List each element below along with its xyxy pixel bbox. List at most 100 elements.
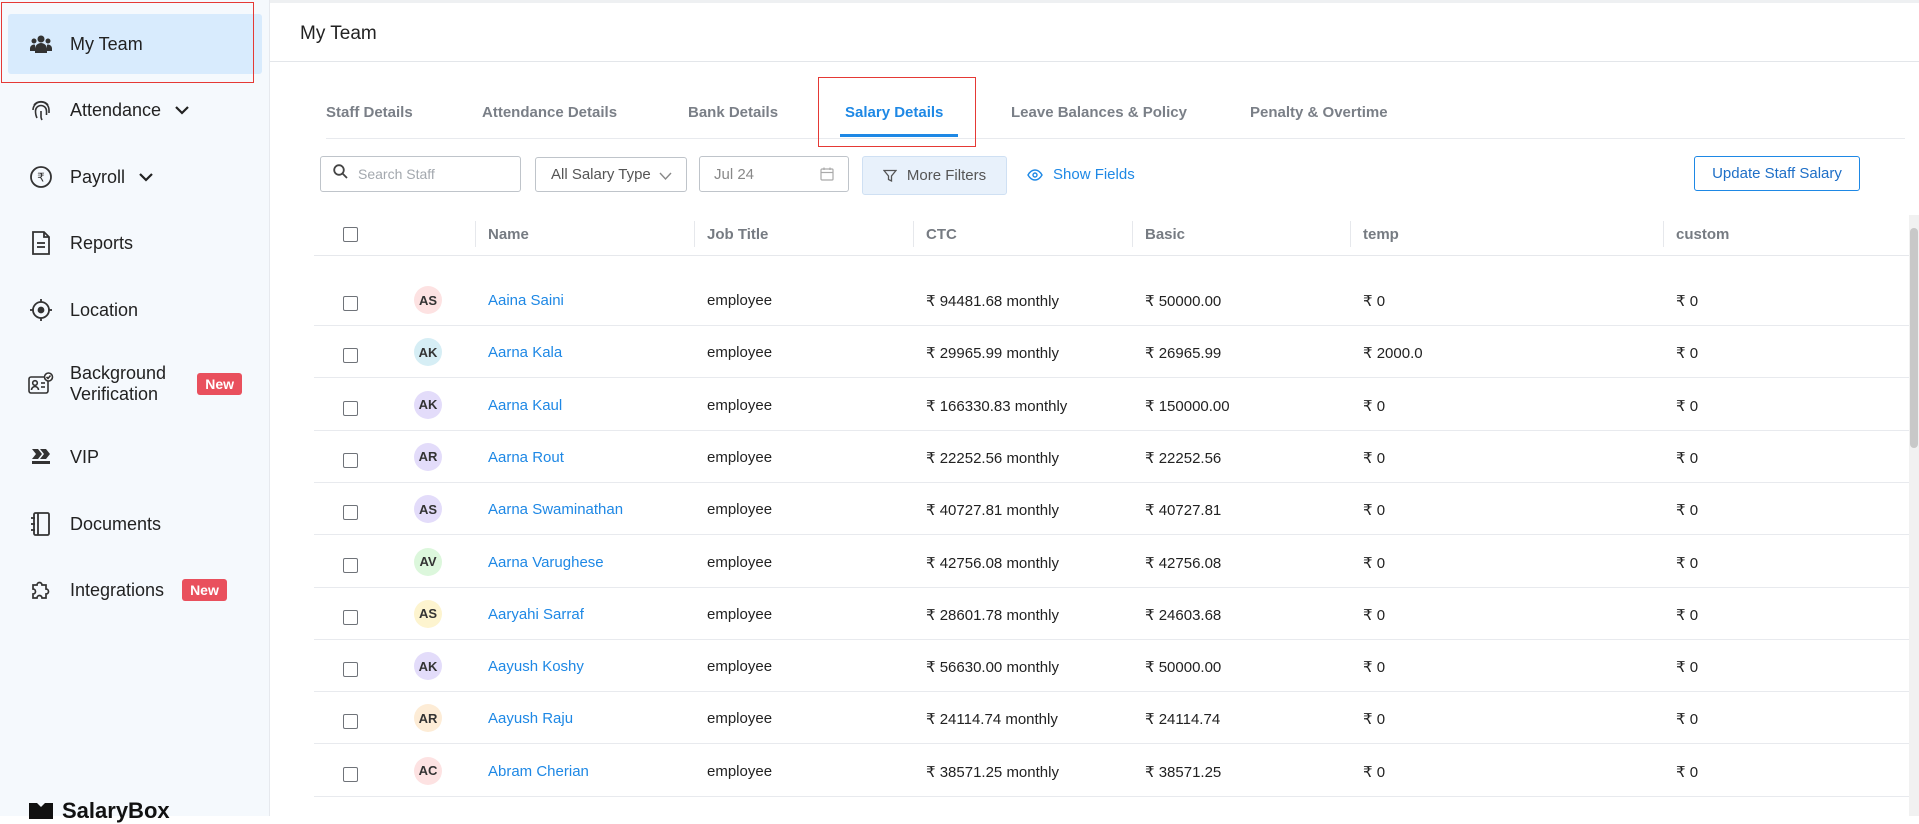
custom-cell: ₹ 0	[1676, 293, 1699, 310]
salarybox-logo-icon	[29, 803, 53, 819]
column-header-custom[interactable]: custom	[1676, 226, 1729, 243]
table-row[interactable]: AV Aarna Varughese employee ₹ 42756.08 mont…	[314, 535, 1919, 588]
scrollbar-thumb[interactable]	[1910, 228, 1918, 448]
sidebar-item-background-verification[interactable]: Background Verification New	[8, 354, 262, 414]
month-picker[interactable]: Jul 24	[699, 156, 849, 192]
job-title-cell: employee	[707, 501, 773, 519]
sidebar-item-reports[interactable]: Reports	[8, 213, 262, 273]
tab-bank-details[interactable]: Bank Details	[688, 104, 778, 121]
search-box[interactable]	[320, 156, 521, 192]
staff-name-link[interactable]: Aarna Rout	[488, 449, 564, 466]
avatar: AR	[414, 704, 442, 733]
row-checkbox[interactable]	[343, 609, 358, 625]
row-checkbox[interactable]	[343, 452, 358, 468]
column-separator	[1663, 221, 1664, 247]
temp-cell: ₹ 0	[1363, 554, 1386, 572]
sidebar-item-integrations[interactable]: Integrations New	[8, 560, 262, 620]
sidebar-item-payroll[interactable]: ₹ Payroll	[8, 147, 262, 207]
table-row[interactable]: AK Aayush Koshy employee ₹ 56630.00 monthly…	[314, 639, 1919, 693]
avatar: AS	[414, 495, 442, 524]
temp-cell: ₹ 0	[1363, 397, 1386, 415]
table-row[interactable]: AK Aarna Kala employee ₹ 29965.99 monthly ₹ …	[314, 325, 1919, 379]
sidebar-item-label: VIP	[70, 446, 100, 467]
staff-name-link[interactable]: Aarna Varughese	[488, 554, 604, 571]
basic-cell: ₹ 50000.00	[1145, 659, 1222, 677]
job-title-cell: employee	[707, 396, 773, 414]
document-icon	[28, 230, 54, 256]
column-header-temp[interactable]: temp	[1363, 226, 1399, 243]
column-header-name[interactable]: Name	[488, 226, 529, 243]
sidebar-item-documents[interactable]: Documents	[8, 494, 262, 554]
rupee-icon: ₹	[28, 164, 54, 190]
month-value: Jul 24	[714, 165, 755, 183]
temp-cell: ₹ 0	[1363, 659, 1386, 677]
tab-penalty-overtime[interactable]: Penalty & Overtime	[1250, 104, 1388, 121]
ctc-cell: ₹ 94481.68 monthly	[926, 293, 1059, 310]
sidebar-item-location[interactable]: Location	[8, 280, 262, 340]
sidebar-item-label: My Team	[70, 33, 143, 54]
staff-name-link[interactable]: Aarna Kala	[488, 344, 562, 361]
ctc-cell: ₹ 38571.25 monthly	[926, 763, 1059, 781]
sidebar-item-vip[interactable]: VIP	[8, 427, 262, 487]
staff-name-link[interactable]: Aaina Saini	[488, 292, 564, 309]
search-input[interactable]	[356, 165, 510, 183]
avatar: AK	[414, 338, 442, 367]
custom-cell: ₹ 0	[1676, 345, 1699, 363]
chevron-down-icon	[659, 168, 672, 185]
table-row[interactable]: AC Abram Cherian employee ₹ 38571.25 monthl…	[314, 744, 1919, 797]
table-row[interactable]: AS Aaryahi Sarraf employee ₹ 28601.78 month…	[314, 587, 1919, 640]
column-separator	[475, 221, 476, 247]
fingerprint-icon	[28, 97, 54, 123]
sidebar-item-attendance[interactable]: Attendance	[8, 80, 262, 140]
column-header-job-title[interactable]: Job Title	[707, 226, 768, 243]
tab-staff-details[interactable]: Staff Details	[326, 104, 413, 121]
staff-name-link[interactable]: Aayush Raju	[488, 710, 573, 727]
table-row[interactable]: AK Aarna Kaul employee ₹ 166330.83 monthly ₹…	[314, 378, 1919, 431]
show-fields-button[interactable]: Show Fields	[1027, 166, 1135, 183]
sidebar-item-my-team[interactable]: My Team	[8, 14, 262, 74]
tab-salary-details[interactable]: Salary Details	[845, 104, 943, 121]
row-checkbox[interactable]	[343, 662, 358, 678]
tab-attendance-details[interactable]: Attendance Details	[482, 104, 617, 121]
chevron-down-icon	[175, 105, 189, 115]
custom-cell: ₹ 0	[1676, 502, 1699, 520]
salary-type-select[interactable]: All Salary Type	[535, 157, 687, 192]
column-header-ctc[interactable]: CTC	[926, 226, 957, 243]
row-checkbox[interactable]	[343, 557, 358, 573]
row-checkbox[interactable]	[343, 296, 358, 311]
tab-leave-balances-policy[interactable]: Leave Balances & Policy	[1011, 104, 1187, 121]
column-header-basic[interactable]: Basic	[1145, 226, 1185, 243]
row-checkbox[interactable]	[343, 400, 358, 416]
sidebar-item-label: Integrations	[70, 579, 165, 600]
staff-name-link[interactable]: Aarna Swaminathan	[488, 501, 623, 518]
staff-name-link[interactable]: Aarna Kaul	[488, 397, 562, 414]
table-row[interactable]: AS Aaina Saini employee ₹ 94481.68 monthly ₹…	[314, 273, 1919, 326]
row-checkbox[interactable]	[343, 714, 358, 730]
ctc-cell: ₹ 28601.78 monthly	[926, 606, 1059, 624]
update-staff-salary-button[interactable]: Update Staff Salary	[1694, 156, 1860, 191]
table-row[interactable]: AS Aarna Swaminathan employee ₹ 40727.81 mo…	[314, 482, 1919, 536]
column-separator	[1350, 221, 1351, 247]
select-all-checkbox[interactable]	[343, 227, 358, 242]
new-badge: New	[197, 373, 242, 395]
avatar: AS	[414, 286, 442, 314]
avatar: AK	[414, 652, 442, 681]
custom-cell: ₹ 0	[1676, 606, 1699, 624]
tab-bar: Staff Details Attendance Details Bank De…	[326, 92, 1905, 139]
row-checkbox[interactable]	[343, 766, 358, 782]
staff-name-link[interactable]: Aayush Koshy	[488, 658, 584, 675]
row-checkbox[interactable]	[343, 505, 358, 521]
brand-logo: SalaryBox	[28, 798, 170, 824]
row-checkbox[interactable]	[343, 348, 358, 364]
table-row[interactable]: AR Aarna Rout employee ₹ 22252.56 monthly ₹ …	[314, 430, 1919, 483]
search-icon	[333, 164, 348, 184]
avatar: AV	[414, 547, 442, 576]
job-title-cell: employee	[707, 448, 773, 466]
more-filters-button[interactable]: More Filters	[862, 156, 1007, 195]
staff-name-link[interactable]: Abram Cherian	[488, 763, 589, 780]
ctc-cell: ₹ 29965.99 monthly	[926, 345, 1059, 363]
table-header: Name Job Title CTC Basic temp custom	[314, 215, 1919, 256]
table-row[interactable]: AR Aayush Raju employee ₹ 24114.74 monthly ₹…	[314, 691, 1919, 745]
eye-icon	[1027, 168, 1043, 181]
staff-name-link[interactable]: Aaryahi Sarraf	[488, 606, 584, 623]
